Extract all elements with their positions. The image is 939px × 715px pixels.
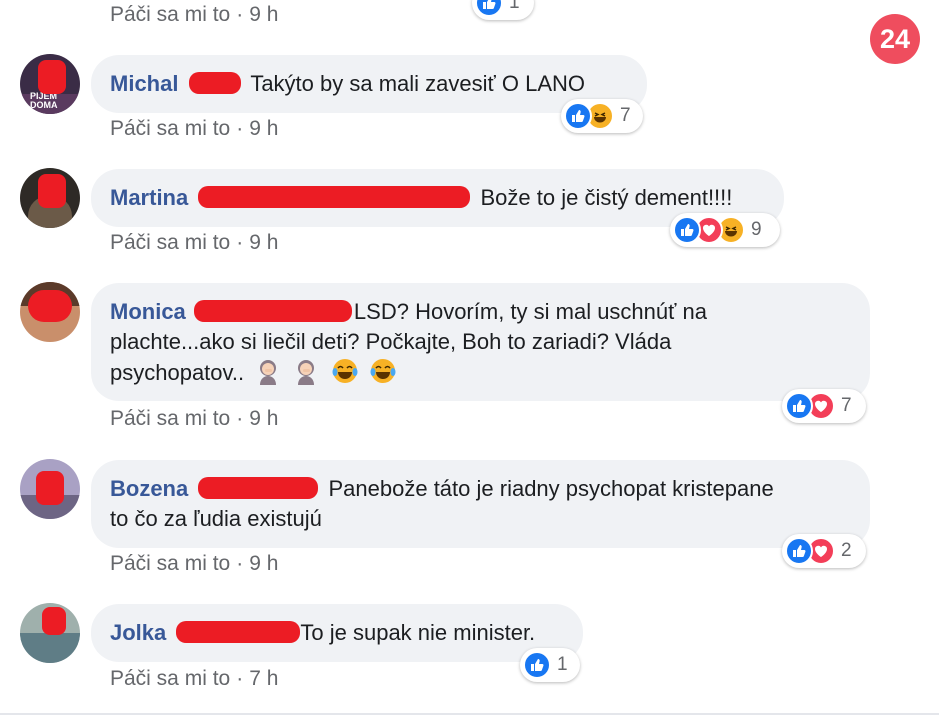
redaction-mark	[36, 471, 64, 505]
redaction-mark	[28, 290, 72, 322]
avatar[interactable]	[20, 168, 80, 228]
comment-meta: Páči sa mi to · 7 h	[110, 667, 279, 690]
comment-meta: Páči sa mi to · 9 h	[110, 117, 279, 140]
woman-facepalming-emoji-icon	[292, 357, 320, 393]
comment-bubble: Jolka To je supak nie minister.	[91, 604, 583, 662]
redaction-bar	[193, 300, 352, 322]
like-link[interactable]: Páči sa mi to	[110, 231, 230, 254]
like-icon	[785, 392, 813, 420]
redaction-bar	[188, 72, 241, 94]
comment-time: 9 h	[249, 3, 279, 26]
redaction-mark	[38, 174, 66, 208]
comment-bubble: Monica LSD? Hovorím, ty si mal uschnúť n…	[91, 283, 870, 401]
comment-bubble: Bozena Panebože táto je riadny psychopat…	[91, 460, 870, 548]
comment-text-line1: LSD? Hovorím, ty si mal uschnúť na	[353, 299, 707, 324]
comment-meta: Páči sa mi to · 9 h	[110, 552, 279, 575]
comment-text: To je supak nie minister.	[300, 620, 536, 645]
reaction-count: 1	[557, 654, 568, 675]
like-link[interactable]: Páči sa mi to	[110, 3, 230, 26]
comment-meta: Páči sa mi to · 9 h	[110, 407, 279, 430]
comment-bubble: Michal Takýto by sa mali zavesiť O LANO	[91, 55, 647, 113]
like-link[interactable]: Páči sa mi to	[110, 552, 230, 575]
reaction-count: 7	[841, 395, 852, 416]
comment-text: Takýto by sa mali zavesiť O LANO	[250, 71, 586, 96]
comment-time: 9 h	[249, 117, 279, 140]
reaction-count: 9	[751, 219, 762, 240]
reaction-count: 7	[620, 105, 631, 126]
reactions-summary[interactable]: 1	[472, 0, 534, 20]
avatar[interactable]: PIJEM DOMA	[20, 54, 80, 114]
tears-of-joy-emoji-icon	[369, 357, 397, 393]
comment-author[interactable]: Michal	[110, 71, 178, 96]
redaction-bar	[198, 186, 471, 208]
redaction-mark	[42, 607, 66, 635]
comment-author[interactable]: Jolka	[110, 620, 166, 645]
reactions-summary[interactable]: 1	[520, 648, 580, 682]
redaction-mark	[38, 60, 66, 94]
like-icon	[673, 216, 701, 244]
like-link[interactable]: Páči sa mi to	[110, 407, 230, 430]
redaction-bar	[176, 621, 301, 643]
like-icon	[564, 102, 592, 130]
like-link[interactable]: Páči sa mi to	[110, 117, 230, 140]
reactions-summary[interactable]: 2	[782, 534, 866, 568]
comment-time: 9 h	[249, 552, 279, 575]
comment-author[interactable]: Monica	[110, 299, 186, 324]
comment-author[interactable]: Martina	[110, 185, 188, 210]
comment-text-line1: Panebože táto je riadny psychopat kriste…	[328, 476, 774, 501]
comment-text-line2: to čo za ľudia existujú	[110, 506, 322, 531]
comment-meta-top: Páči sa mi to · 9 h	[110, 3, 279, 26]
comment-meta: Páči sa mi to · 9 h	[110, 231, 279, 254]
comment-time: 9 h	[249, 231, 279, 254]
comment-time: 7 h	[249, 667, 279, 690]
site-logo-24: 24	[870, 14, 920, 64]
like-link[interactable]: Páči sa mi to	[110, 667, 230, 690]
avatar-text: PIJEM DOMA	[30, 91, 58, 110]
avatar[interactable]	[20, 459, 80, 519]
woman-facepalming-emoji-icon	[254, 357, 282, 393]
reaction-count: 2	[841, 540, 852, 561]
avatar[interactable]	[20, 603, 80, 663]
avatar[interactable]	[20, 282, 80, 342]
like-icon	[475, 0, 503, 17]
comment-text-line3: psychopatov..	[110, 360, 245, 385]
comment-time: 9 h	[249, 407, 279, 430]
redaction-bar	[198, 477, 319, 499]
reaction-count: 1	[509, 0, 520, 13]
like-icon	[523, 651, 551, 679]
reactions-summary[interactable]: 9	[670, 213, 780, 247]
like-icon	[785, 537, 813, 565]
reactions-summary[interactable]: 7	[561, 99, 643, 133]
comment-text-line2: plachte...ako si liečil deti? Počkajte, …	[110, 329, 672, 354]
comment-author[interactable]: Bozena	[110, 476, 188, 501]
comment-text: Bože to je čistý dement!!!!	[480, 185, 733, 210]
tears-of-joy-emoji-icon	[331, 357, 359, 393]
reactions-summary[interactable]: 7	[782, 389, 866, 423]
